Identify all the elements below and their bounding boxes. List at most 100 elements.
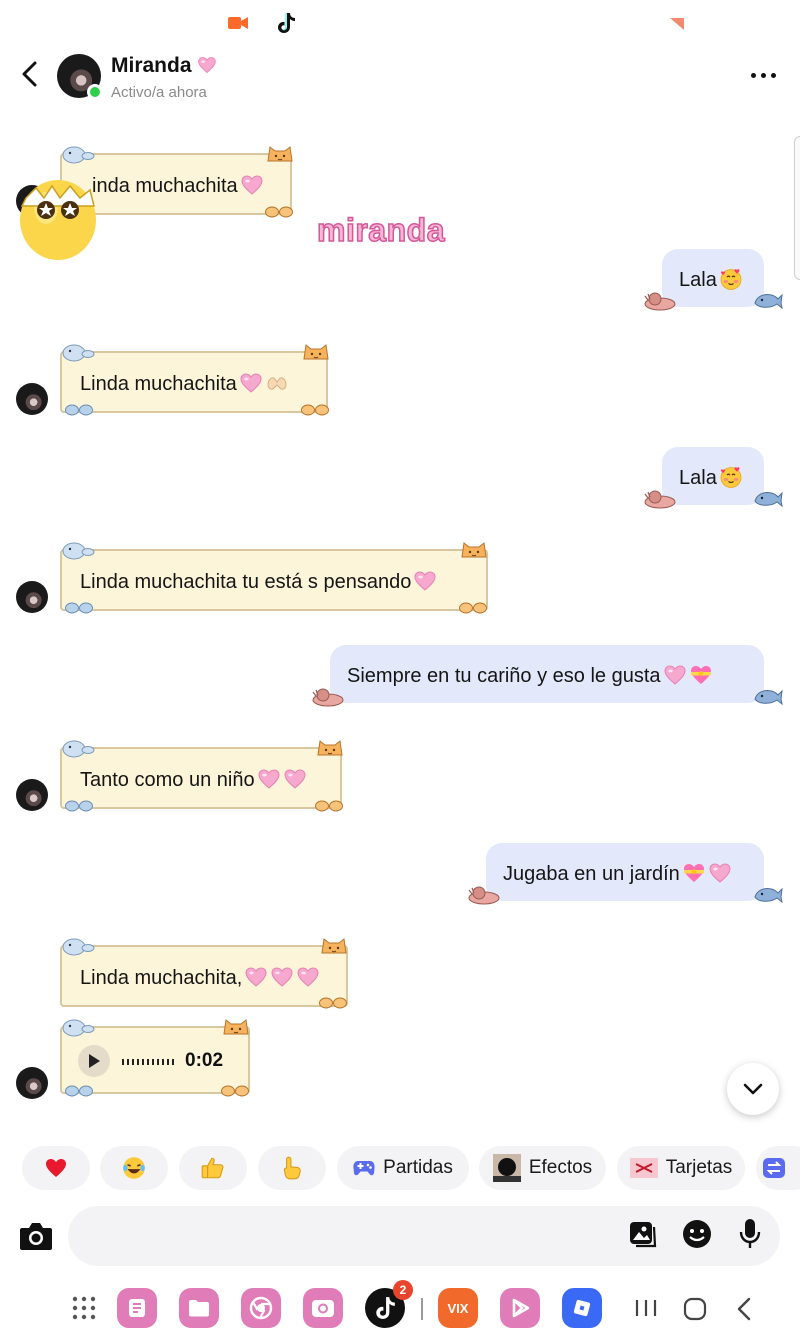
sticker-button[interactable] <box>680 1217 714 1251</box>
recent-apps-icon <box>635 1300 657 1316</box>
microphone-button[interactable] <box>733 1217 767 1251</box>
effects-chip[interactable]: Efectos <box>479 1146 606 1190</box>
laughing-emoji-icon <box>123 1157 145 1179</box>
vix-app-icon[interactable]: VIX <box>438 1288 478 1328</box>
whale-sticker-icon <box>752 287 784 309</box>
video-player-app-icon[interactable] <box>500 1288 540 1328</box>
video-recording-icon <box>228 17 248 29</box>
thumbs-up-emoji-icon <box>201 1157 224 1179</box>
snail-sticker-icon <box>466 883 506 905</box>
camera-icon[interactable] <box>18 1219 54 1253</box>
whale-sticker-icon <box>752 485 784 507</box>
message-content: Linda muchachita <box>80 371 289 396</box>
dot-icon <box>760 72 766 78</box>
paws-icon <box>458 601 488 615</box>
paws-icon <box>64 403 94 417</box>
grid-icon <box>72 1296 96 1320</box>
paws-icon <box>64 799 94 813</box>
sender-avatar[interactable] <box>16 1067 48 1099</box>
laughing-reaction-chip[interactable] <box>100 1146 168 1190</box>
pointing-reaction-chip[interactable] <box>258 1146 326 1190</box>
tiktok-app-icon[interactable]: 2 <box>365 1280 413 1328</box>
pink-heart-emoji <box>239 371 263 395</box>
snail-sticker-icon <box>310 685 350 707</box>
contact-name: Miranda <box>111 54 192 77</box>
cat-sticker-icon <box>318 933 350 957</box>
cat-sticker-icon <box>300 339 332 363</box>
paws-icon <box>314 799 344 813</box>
incoming-message[interactable]: Linda muchachita, <box>60 945 348 1007</box>
paws-icon <box>300 403 330 417</box>
recent-apps-button[interactable] <box>632 1296 660 1320</box>
incoming-message[interactable]: Tanto como un niño <box>60 747 342 809</box>
vix-label: VIX <box>447 1300 469 1316</box>
files-app-icon[interactable] <box>179 1288 219 1328</box>
contact-avatar[interactable] <box>57 54 103 100</box>
contact-name-row[interactable]: Miranda <box>111 54 218 78</box>
scroll-to-bottom-button[interactable] <box>727 1063 779 1115</box>
message-text: Siempre en tu cariño y eso le gusta <box>347 665 661 687</box>
pink-heart-emoji <box>257 767 281 791</box>
roblox-app-icon[interactable] <box>562 1288 602 1328</box>
audio-duration: 0:02 <box>185 1050 224 1071</box>
chevron-left-icon <box>22 61 37 87</box>
effects-chip-label: Efectos <box>528 1157 593 1178</box>
outgoing-message[interactable]: Jugaba en un jardín <box>486 843 764 901</box>
audio-waveform[interactable] <box>122 1059 174 1065</box>
paws-icon <box>318 996 348 1010</box>
incoming-message[interactable]: Linda muchachita tu está s pensando <box>60 549 488 611</box>
more-chip[interactable] <box>756 1146 800 1190</box>
sender-avatar[interactable] <box>16 779 48 811</box>
gallery-icon <box>630 1222 657 1248</box>
heart-with-ribbon-emoji <box>689 663 713 687</box>
gamepad-icon <box>353 1161 375 1176</box>
cards-chip[interactable]: Tarjetas <box>617 1146 745 1190</box>
chat-header: Miranda Activo/a ahora <box>0 46 800 108</box>
notes-app-icon[interactable] <box>117 1288 157 1328</box>
sender-avatar[interactable] <box>16 581 48 613</box>
app-drawer-button[interactable] <box>70 1294 98 1322</box>
more-options-button[interactable] <box>746 60 780 90</box>
message-text: Jugaba en un jardín <box>503 863 680 885</box>
chevron-down-icon <box>743 1083 763 1095</box>
nav-back-button[interactable] <box>734 1296 756 1322</box>
gallery-button[interactable] <box>626 1217 660 1251</box>
folder-icon <box>189 1300 209 1317</box>
tiktok-icon <box>278 13 295 33</box>
heart-hands-emoji <box>265 371 289 395</box>
smiling-face-with-hearts-emoji <box>719 465 743 489</box>
back-button[interactable] <box>14 58 44 90</box>
pink-heart-emoji <box>244 965 268 989</box>
play-audio-button[interactable] <box>78 1045 110 1077</box>
dot-icon <box>770 72 776 78</box>
browser-app-icon[interactable] <box>241 1288 281 1328</box>
sender-avatar[interactable] <box>16 383 48 415</box>
outgoing-message[interactable]: Siempre en tu cariño y eso le gusta <box>330 645 764 703</box>
heart-emoji-icon <box>46 1159 66 1177</box>
status-bar <box>0 0 800 46</box>
message-content: Lala <box>679 267 743 292</box>
status-triangle-icon <box>670 18 684 30</box>
message-content: Linda muchachita tu está s pensando <box>80 569 437 594</box>
pink-heart-emoji <box>270 965 294 989</box>
edge-panel-handle[interactable] <box>794 136 800 280</box>
pink-heart-emoji <box>283 767 307 791</box>
home-button[interactable] <box>682 1296 708 1322</box>
egg-sticker-icon[interactable] <box>18 160 98 260</box>
bird-sticker-icon <box>60 933 96 957</box>
sticker-watermark: miranda <box>316 211 445 249</box>
heart-reaction-chip[interactable] <box>22 1146 90 1190</box>
games-chip[interactable]: Partidas <box>337 1146 469 1190</box>
message-composer <box>0 1203 800 1269</box>
play-icon <box>89 1054 100 1068</box>
camera-app-icon[interactable] <box>303 1288 343 1328</box>
microphone-icon <box>739 1219 761 1248</box>
system-navigation-bar: 2 VIX <box>0 1276 800 1340</box>
cat-sticker-icon <box>264 141 296 165</box>
message-text: Tanto como un niño <box>80 769 255 791</box>
thumbs-up-reaction-chip[interactable] <box>179 1146 247 1190</box>
bird-sticker-icon <box>60 735 96 759</box>
message-input[interactable] <box>68 1206 780 1266</box>
message-content: Linda muchachita, <box>80 965 320 990</box>
incoming-message[interactable]: Linda muchachita <box>60 351 328 413</box>
